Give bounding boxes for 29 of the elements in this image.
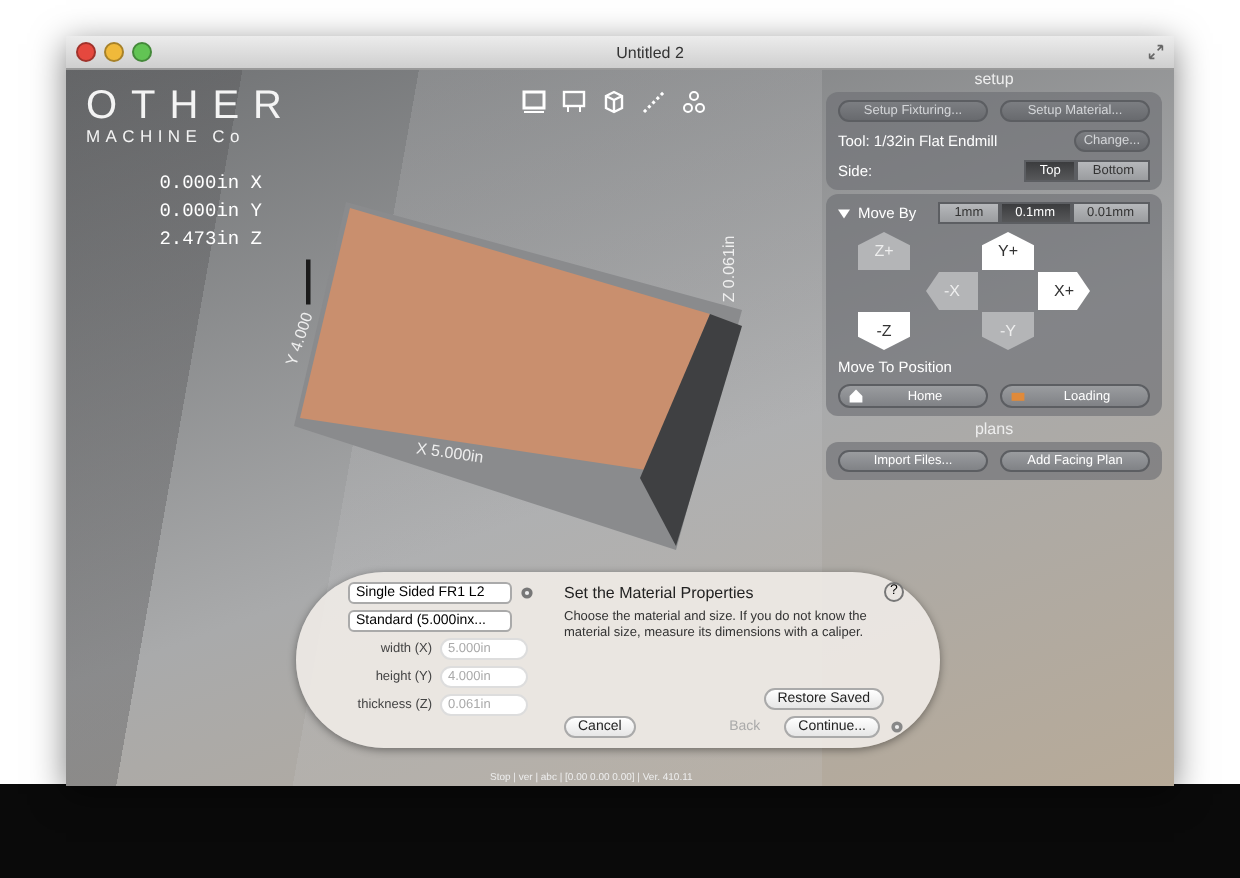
jog-button[interactable]: Y+ [982,232,1034,270]
fullscreen-icon[interactable] [1148,44,1164,60]
zoom-button[interactable] [132,42,152,62]
close-button[interactable] [76,42,96,62]
dialog-title: Set the Material Properties [564,583,754,601]
gear-icon[interactable] [520,586,534,600]
house-icon [848,388,864,404]
position-readout: 0.000in Y [159,200,262,222]
gear-icon[interactable] [890,720,904,734]
side-view-icon[interactable] [562,90,586,114]
dotted-path-icon[interactable] [642,90,666,114]
dimension-label: Z 0.061in [720,235,739,303]
jog-button[interactable]: X+ [1038,272,1090,310]
logo: OTHER MACHINE Co [86,86,296,146]
section-title: plans [974,420,1014,438]
disclosure-triangle-icon[interactable] [838,207,850,219]
minimize-button[interactable] [104,42,124,62]
tray-icon [1010,388,1026,404]
cube-icon[interactable] [602,90,626,114]
section-title: setup [974,70,1014,88]
window-title: Untitled 2 [614,43,686,61]
dimension-label: X 5.000in [415,439,485,467]
position-readout: 0.000in X [159,172,262,194]
dimension-label: Y 4.000 [282,310,317,368]
probe-marker-icon [306,254,312,310]
position-readout: 2.473in Z [159,228,262,250]
front-view-icon[interactable] [522,90,546,114]
nodes-icon[interactable] [682,90,706,114]
jog-button[interactable]: -Z [858,312,910,350]
